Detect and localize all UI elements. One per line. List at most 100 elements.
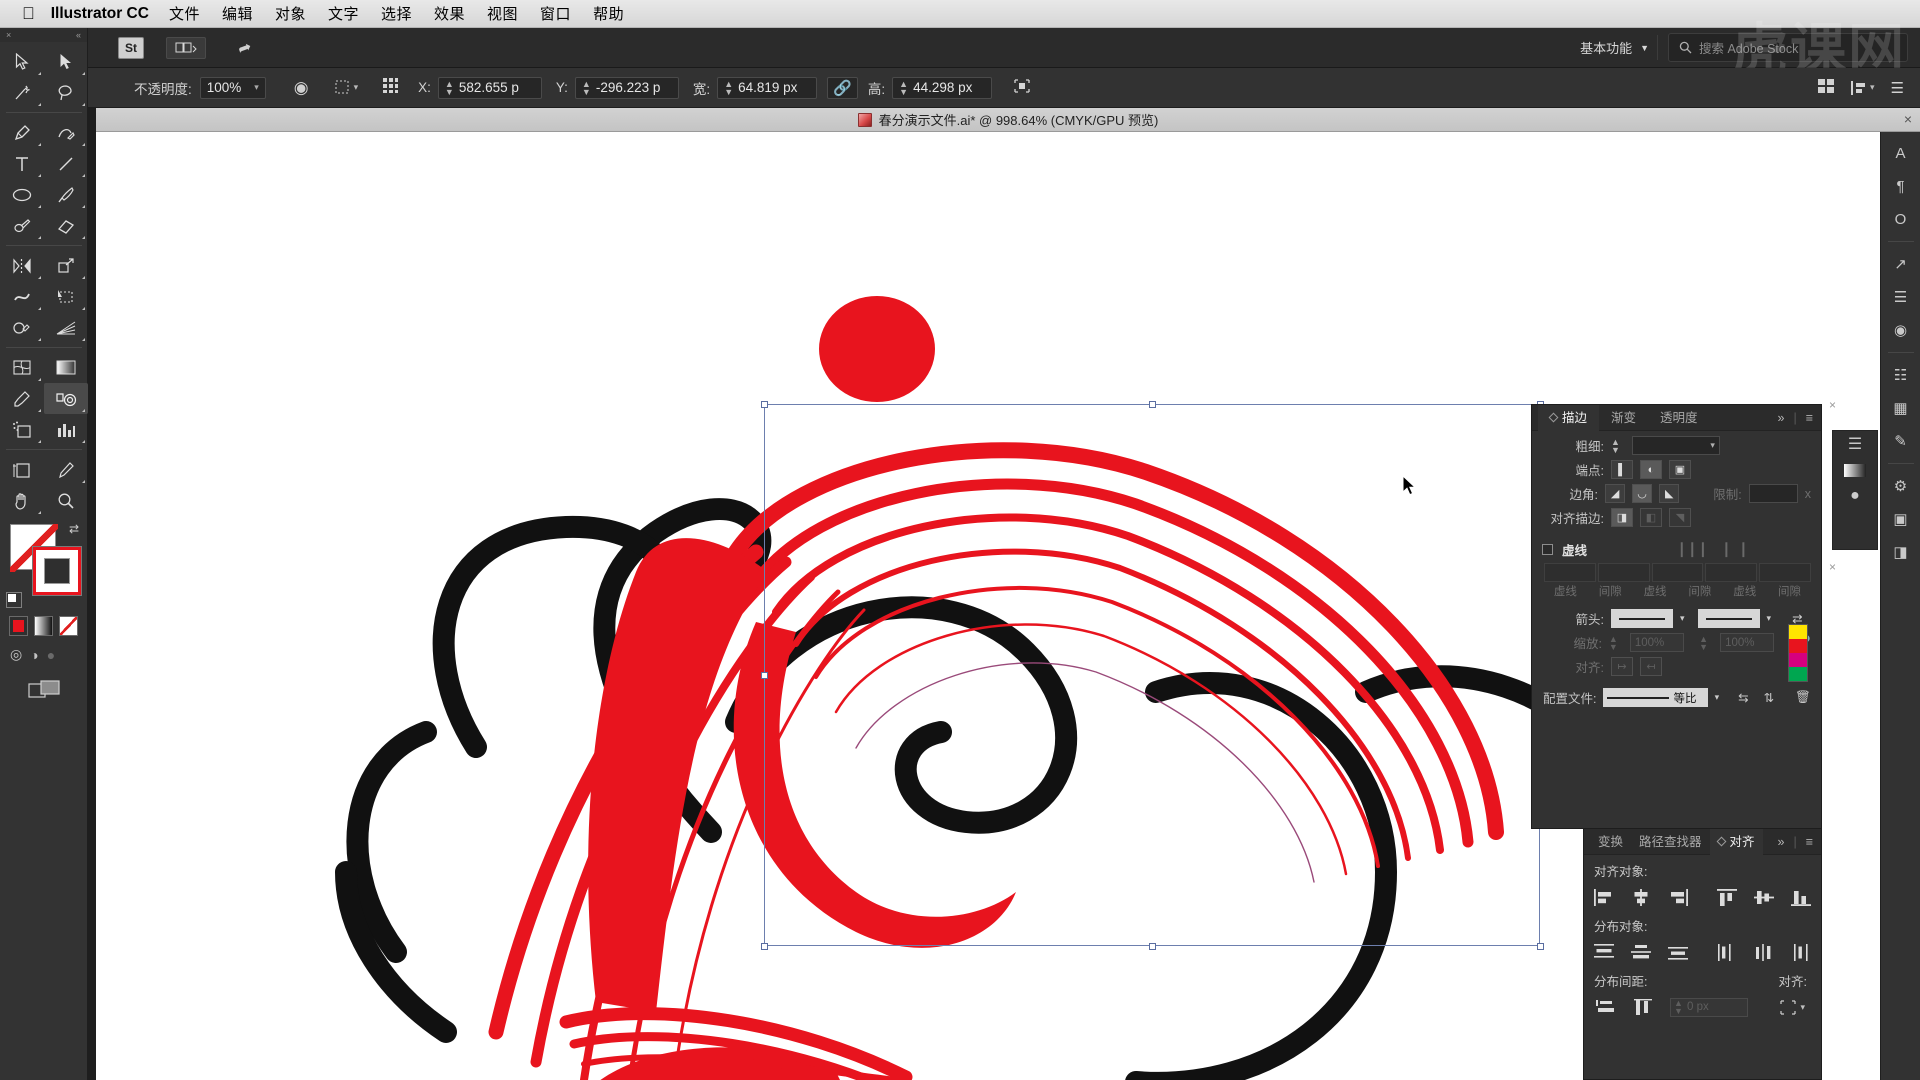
limit-input[interactable]	[1748, 484, 1798, 503]
edit-toolbar-icon[interactable]	[27, 679, 60, 699]
app-name-label[interactable]: Illustrator CC	[51, 5, 149, 23]
gap-input-2[interactable]	[1705, 563, 1758, 582]
opacity-input[interactable]: 100% ▾	[199, 76, 266, 99]
anchor-point-icon[interactable]	[382, 77, 400, 98]
symbol-sprayer-tool[interactable]	[0, 414, 44, 445]
stepper-icon[interactable]: ▲ ▼	[1699, 634, 1708, 651]
scale-start-input[interactable]: 100%	[1629, 633, 1685, 652]
stroke-panel[interactable]: 描边 渐变 透明度 » | ≡ 粗细: ▲ ▼ ▾ 端点: ▌ ◐ ▣ 边角: …	[1531, 404, 1822, 829]
handle-bottom-center[interactable]	[1149, 943, 1156, 950]
scale-end-input[interactable]: 100%	[1720, 633, 1775, 652]
mini-panel-close-icon[interactable]: ×	[1829, 560, 1836, 574]
normal-screen-mode-icon[interactable]: ◎	[10, 646, 22, 663]
pen-tool[interactable]	[0, 117, 44, 148]
eraser-tool[interactable]	[44, 210, 88, 241]
blend-tool[interactable]	[44, 383, 88, 414]
round-join-button[interactable]: ◡	[1632, 484, 1653, 503]
align-inside-button[interactable]: ◧	[1640, 508, 1662, 527]
free-transform-tool[interactable]	[44, 281, 88, 312]
document-tab-title[interactable]: 春分演示文件.ai* @ 998.64% (CMYK/GPU 预览)	[879, 110, 1159, 129]
none-mode-button[interactable]	[59, 616, 78, 636]
default-fill-stroke-icon[interactable]	[6, 592, 22, 608]
stepper-icon[interactable]: ▲ ▼	[899, 79, 908, 96]
menu-item-select[interactable]: 选择	[381, 3, 412, 24]
align-panel[interactable]: 变换 路径查找器 对齐 » | ≡ 对齐对象: 分布对象: 分布间距: 对齐: …	[1583, 828, 1822, 1080]
distribute-horizontal-center-button[interactable]	[1753, 941, 1774, 963]
menu-item-object[interactable]: 对象	[275, 3, 306, 24]
adobe-stock-button[interactable]: St	[118, 36, 144, 59]
delete-icon[interactable]: 🗑	[1795, 690, 1811, 705]
recolor-artwork-button[interactable]: ▾	[335, 80, 358, 95]
align-horizontal-center-button[interactable]	[1631, 886, 1652, 908]
image-trace-icon[interactable]: ◨	[1886, 537, 1916, 567]
height-input[interactable]: ▲ ▼ 44.298 px	[892, 76, 993, 99]
stock-search-field[interactable]: 搜索 Adobe Stock	[1668, 33, 1908, 62]
link-dimensions-icon[interactable]: 🔗	[827, 76, 858, 99]
zoom-tool[interactable]	[44, 485, 88, 516]
align-panel-icon[interactable]	[1818, 78, 1835, 97]
handle-bottom-right[interactable]	[1537, 943, 1544, 950]
projecting-cap-button[interactable]: ▣	[1669, 460, 1691, 479]
menu-item-help[interactable]: 帮助	[593, 3, 624, 24]
direct-selection-tool[interactable]	[44, 46, 88, 77]
vertical-distribute-space-button[interactable]	[1594, 996, 1618, 1018]
artboards-icon[interactable]: ☷	[1886, 360, 1916, 390]
stroke-weight-icon[interactable]: ☰	[1833, 431, 1877, 457]
transparency-icon[interactable]: ◉	[294, 78, 309, 98]
align-right-button[interactable]	[1668, 886, 1689, 908]
spacing-input[interactable]: ▲ ▼ 0 px	[1670, 997, 1748, 1017]
mini-panel-stack[interactable]: ☰ ●	[1832, 430, 1878, 550]
horizontal-distribute-space-button[interactable]	[1632, 996, 1656, 1018]
type-tool[interactable]	[0, 148, 44, 179]
perspective-grid-tool[interactable]	[44, 312, 88, 343]
lasso-tool[interactable]	[44, 77, 88, 108]
tab-align[interactable]: 对齐	[1709, 828, 1763, 855]
round-cap-button[interactable]: ◐	[1640, 460, 1662, 479]
align-left-button[interactable]	[1594, 886, 1615, 908]
apple-logo-icon[interactable]: 	[22, 5, 35, 22]
selection-tool[interactable]	[0, 46, 44, 77]
dash-preserve-icon[interactable]: ┃┃┃	[1678, 542, 1710, 557]
shaper-tool[interactable]	[0, 210, 44, 241]
stepper-icon[interactable]: ▲ ▼	[724, 79, 733, 96]
color-ramp-swatches[interactable]	[1788, 624, 1808, 682]
rotate-tool[interactable]	[0, 250, 44, 281]
libraries-icon[interactable]: ▣	[1886, 504, 1916, 534]
width-input[interactable]: ▲ ▼ 64.819 px	[717, 76, 818, 99]
expand-icon[interactable]: »	[1778, 835, 1785, 849]
fill-swatch[interactable]	[33, 547, 81, 595]
stroke-panel-close-icon[interactable]: ×	[1829, 398, 1836, 412]
extend-arrow-button[interactable]: ↦	[1611, 657, 1633, 676]
menu-item-view[interactable]: 视图	[487, 3, 518, 24]
menu-item-effect[interactable]: 效果	[434, 3, 465, 24]
tab-transparency[interactable]: 透明度	[1648, 405, 1710, 431]
shape-builder-tool[interactable]	[0, 312, 44, 343]
stepper-icon[interactable]: ▲ ▼	[1609, 634, 1618, 651]
hand-tool[interactable]	[0, 485, 44, 516]
rocket-icon[interactable]: ➦	[235, 36, 254, 59]
bevel-join-button[interactable]: ◣	[1659, 484, 1680, 503]
menu-item-type[interactable]: 文字	[328, 3, 359, 24]
butt-cap-button[interactable]: ▌	[1611, 460, 1633, 479]
swap-fill-stroke-icon[interactable]: ⇄	[69, 522, 79, 536]
menu-item-window[interactable]: 窗口	[540, 3, 571, 24]
distribute-vertical-top-button[interactable]	[1594, 941, 1615, 963]
ellipse-tool[interactable]	[0, 179, 44, 210]
distribute-horizontal-left-button[interactable]	[1716, 941, 1737, 963]
tab-stroke[interactable]: 描边	[1538, 404, 1600, 431]
align-center-button[interactable]: ◨	[1611, 508, 1633, 527]
x-input[interactable]: ▲ ▼ 582.655 p	[437, 76, 542, 99]
tab-gradient[interactable]: 渐变	[1599, 405, 1648, 431]
paintbrush-tool[interactable]	[44, 179, 88, 210]
panel-menu-icon[interactable]: ≡	[1806, 835, 1813, 849]
selection-bounding-box[interactable]	[761, 401, 1544, 950]
tab-transform[interactable]: 变换	[1590, 829, 1631, 855]
gradient-mode-button[interactable]	[34, 616, 53, 636]
handle-top-center[interactable]	[1149, 401, 1156, 408]
align-to-selection-icon[interactable]	[1012, 78, 1032, 97]
panel-menu-icon[interactable]: ☰	[1891, 79, 1904, 97]
dash-input-1[interactable]	[1544, 563, 1596, 582]
stepper-icon[interactable]: ▲ ▼	[1674, 999, 1683, 1016]
stepper-icon[interactable]: ▲ ▼	[445, 79, 454, 96]
weight-input[interactable]: ▾	[1631, 436, 1720, 455]
